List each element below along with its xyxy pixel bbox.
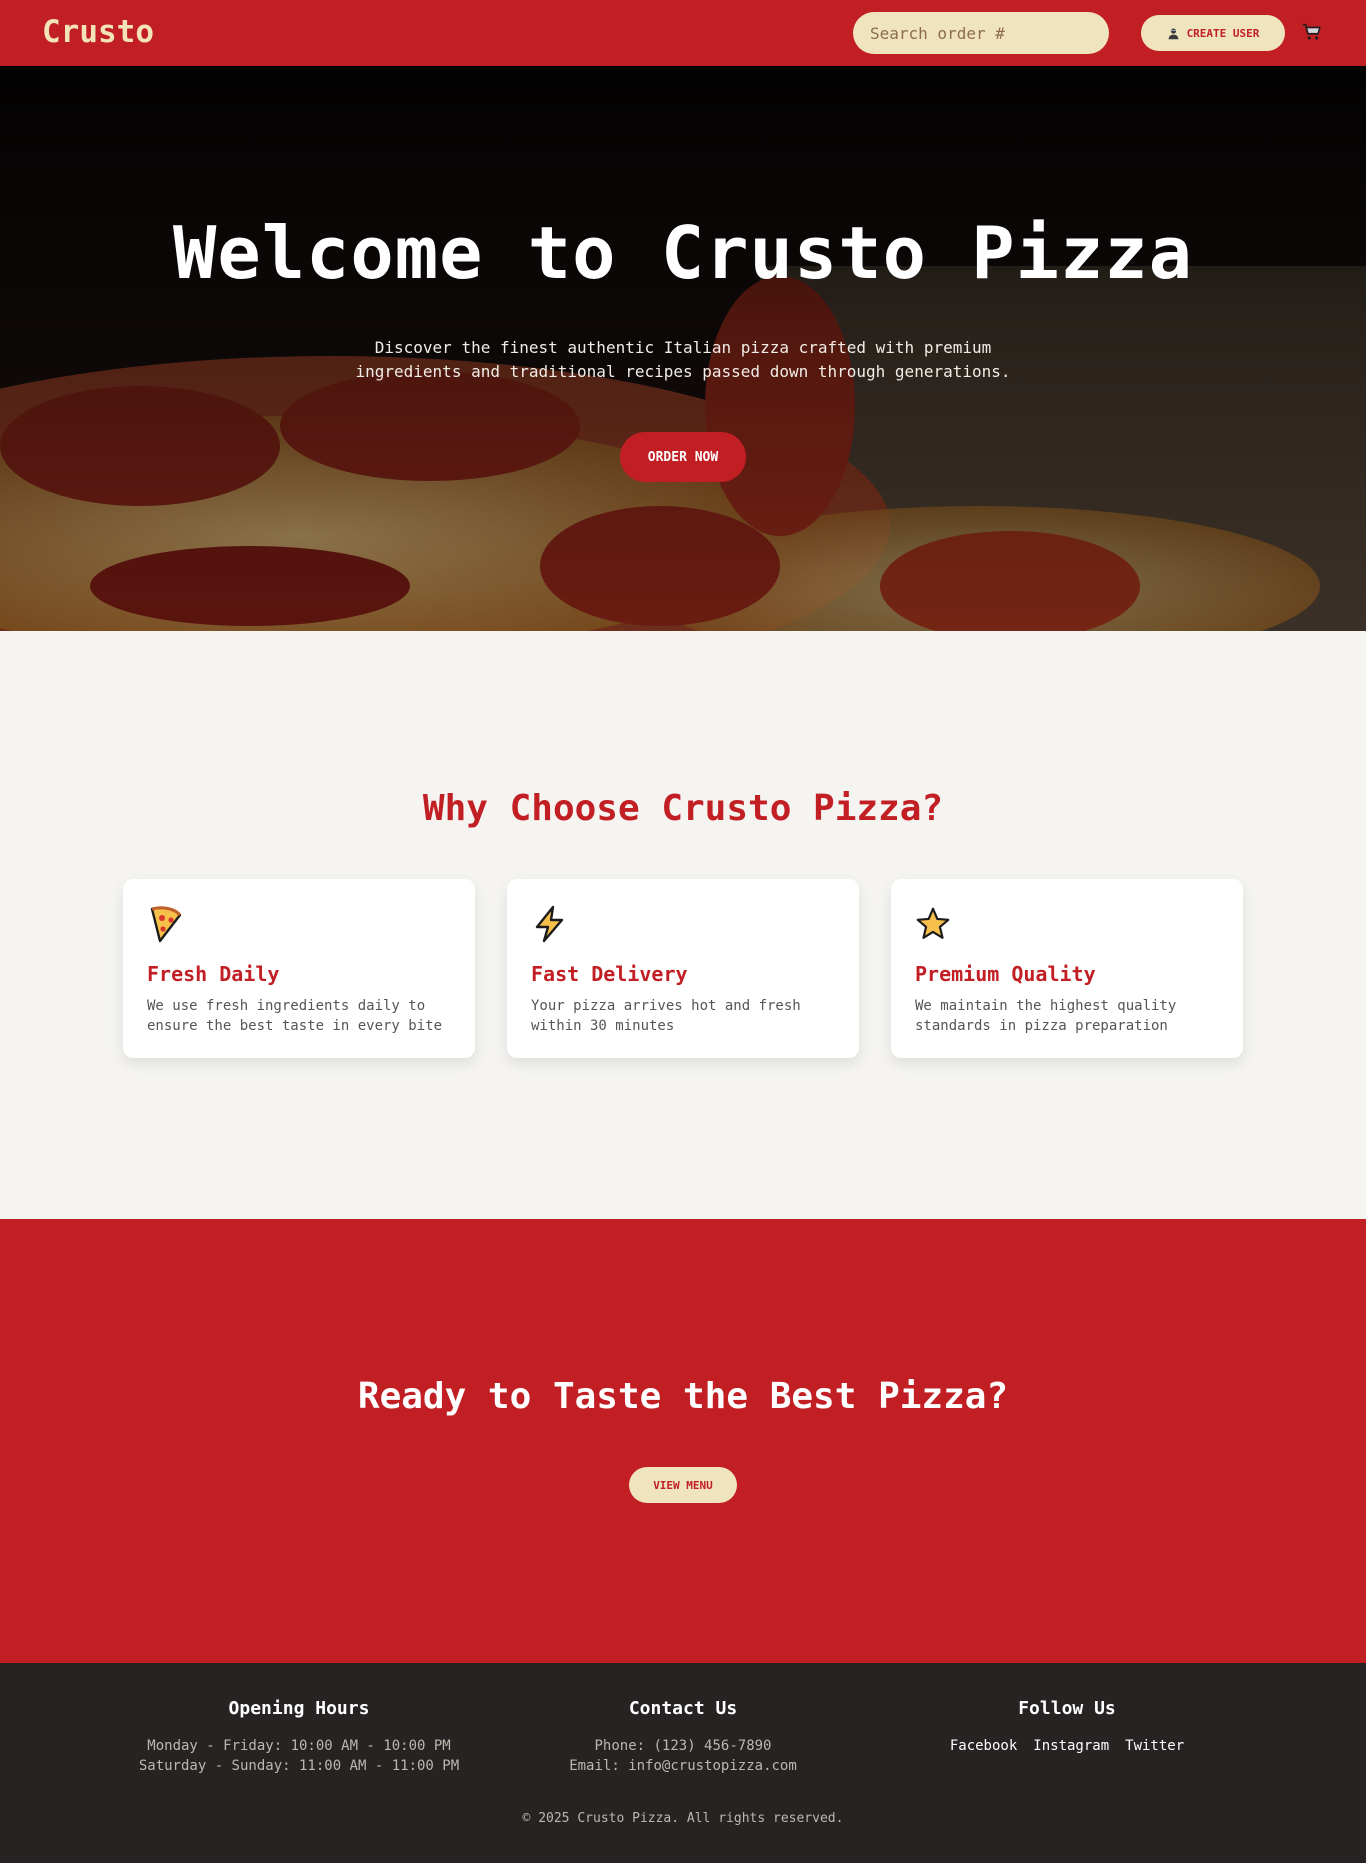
search-order-input[interactable] xyxy=(853,12,1109,54)
contact-phone: Phone: (123) 456-7890 xyxy=(594,1738,772,1754)
facebook-link[interactable]: Facebook xyxy=(950,1736,1017,1756)
feature-title: Fast Delivery xyxy=(531,962,688,986)
opening-hours-title: Opening Hours xyxy=(228,1698,370,1719)
feature-title: Fresh Daily xyxy=(147,962,280,986)
features-title: Why Choose Crusto Pizza? xyxy=(422,788,944,829)
weekend-hours: Saturday - Sunday: 11:00 AM - 11:00 PM xyxy=(138,1758,460,1774)
hero-subtitle: Discover the finest authentic Italian pi… xyxy=(355,338,1011,381)
copyright: © 2025 Crusto Pizza. All rights reserved… xyxy=(522,1811,844,1826)
star-icon xyxy=(916,907,950,939)
order-now-button[interactable]: ORDER NOW xyxy=(620,432,746,482)
logo[interactable]: Crusto xyxy=(42,14,154,50)
feature-title: Premium Quality xyxy=(915,962,1096,986)
follow-title: Follow Us xyxy=(1018,1698,1116,1719)
navbar: Crusto CREATE USER xyxy=(0,0,1366,66)
social-links: Facebook Instagram Twitter xyxy=(897,1736,1237,1756)
hero-title: Welcome to Crusto Pizza xyxy=(173,211,1193,295)
feature-description: We use fresh ingredients daily to ensure… xyxy=(147,998,443,1034)
contact-column: Contact Us Phone: (123) 456-7890 Email: … xyxy=(513,1698,853,1776)
follow-column: Follow Us Facebook Instagram Twitter xyxy=(897,1698,1237,1756)
contact-title: Contact Us xyxy=(628,1698,738,1719)
user-icon xyxy=(1168,27,1178,39)
weekday-hours: Monday - Friday: 10:00 AM - 10:00 PM xyxy=(147,1738,451,1754)
opening-hours-column: Opening Hours Monday - Friday: 10:00 AM … xyxy=(129,1698,469,1776)
feature-card-fast-delivery: Fast Delivery Your pizza arrives hot and… xyxy=(507,879,859,1058)
footer: Opening Hours Monday - Friday: 10:00 AM … xyxy=(0,1663,1366,1863)
cart-icon[interactable] xyxy=(1301,21,1323,43)
twitter-link[interactable]: Twitter xyxy=(1125,1736,1184,1756)
feature-card-fresh-daily: Fresh Daily We use fresh ingredients dai… xyxy=(123,879,475,1058)
lightning-icon xyxy=(535,905,564,943)
view-menu-button[interactable]: VIEW MENU xyxy=(629,1467,737,1503)
create-user-label: CREATE USER xyxy=(1186,26,1260,40)
hero-section: Welcome to Crusto Pizza Discover the fin… xyxy=(0,66,1366,631)
feature-card-premium-quality: Premium Quality We maintain the highest … xyxy=(891,879,1243,1058)
feature-description: Your pizza arrives hot and fresh within … xyxy=(531,998,801,1034)
pizza-icon xyxy=(150,906,182,943)
feature-description: We maintain the highest quality standard… xyxy=(915,998,1177,1034)
instagram-link[interactable]: Instagram xyxy=(1033,1736,1109,1756)
cta-title: Ready to Taste the Best Pizza? xyxy=(357,1376,1009,1417)
create-user-button[interactable]: CREATE USER xyxy=(1141,15,1285,51)
contact-email: Email: info@crustopizza.com xyxy=(569,1758,797,1774)
cta-section: Ready to Taste the Best Pizza? VIEW MENU xyxy=(0,1219,1366,1663)
